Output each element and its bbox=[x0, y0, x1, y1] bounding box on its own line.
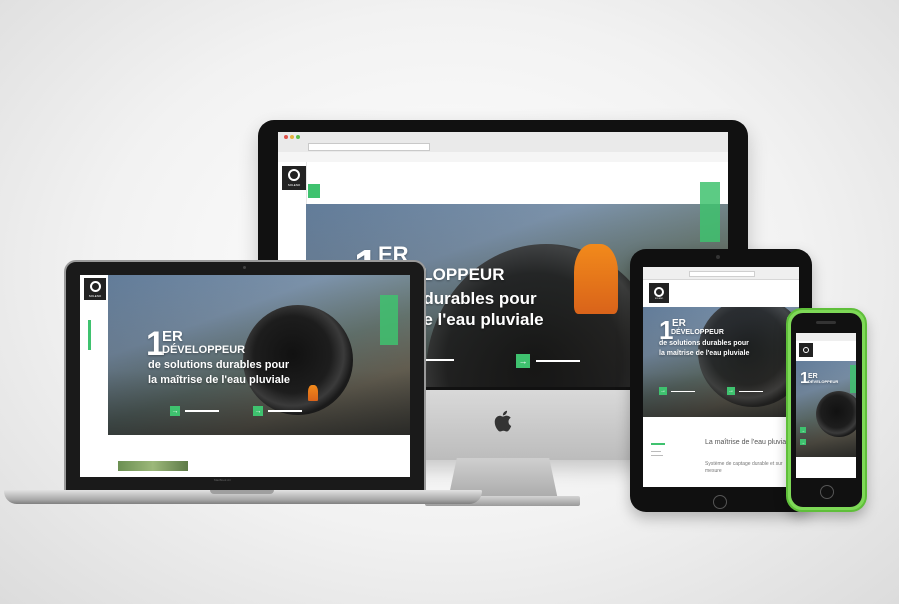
cta-button-2[interactable]: → bbox=[727, 387, 763, 395]
side-panel-tab[interactable] bbox=[380, 295, 398, 345]
hero-superscript: ER bbox=[672, 318, 686, 329]
cta-label-1 bbox=[185, 410, 219, 412]
logo-ring-icon bbox=[89, 280, 101, 292]
site-logo[interactable] bbox=[799, 343, 813, 357]
bookmarks-bar bbox=[278, 152, 728, 162]
content-section bbox=[796, 457, 856, 478]
section-line bbox=[651, 455, 663, 456]
phone-screen: 1 ER DÉVELOPPEUR → → bbox=[796, 333, 856, 478]
maximize-window-icon[interactable] bbox=[296, 135, 300, 139]
laptop-screen: SOLENO 1 ER DÉVELOPPEUR de solutions dur… bbox=[80, 275, 410, 477]
hero-subtitle-line1: de solutions durables pour bbox=[148, 359, 290, 371]
cta-label-2 bbox=[739, 390, 763, 392]
arrow-right-icon: → bbox=[516, 354, 530, 368]
cta-button-2[interactable]: → bbox=[516, 354, 580, 368]
cta-button-1[interactable]: → bbox=[800, 427, 806, 433]
camera-icon bbox=[716, 255, 720, 259]
close-window-icon[interactable] bbox=[284, 135, 288, 139]
content-section bbox=[108, 435, 410, 477]
hero-superscript: ER bbox=[162, 328, 183, 345]
site-logo[interactable]: SOLENO bbox=[649, 283, 669, 303]
pipe-image bbox=[816, 391, 856, 437]
section-line bbox=[651, 451, 661, 452]
menu-toggle-button[interactable] bbox=[308, 184, 320, 198]
camera-icon bbox=[243, 266, 246, 269]
hero-subtitle-line2: la maîtrise de l'eau pluviale bbox=[148, 374, 291, 386]
logo-ring-icon bbox=[288, 169, 300, 181]
logo-text: SOLENO bbox=[287, 183, 301, 187]
hero-title: DÉVELOPPEUR bbox=[162, 344, 246, 356]
minimize-window-icon[interactable] bbox=[290, 135, 294, 139]
cta-button-1[interactable]: → bbox=[659, 387, 695, 395]
arrow-right-icon: → bbox=[253, 406, 263, 416]
home-button-icon[interactable] bbox=[713, 495, 727, 509]
apple-logo-icon bbox=[494, 410, 512, 432]
browser-toolbar bbox=[643, 267, 799, 280]
hero-title: DÉVELOPPEUR bbox=[808, 379, 839, 384]
laptop-notch bbox=[210, 490, 274, 494]
arrow-right-icon: → bbox=[800, 439, 806, 445]
section-accent bbox=[651, 443, 665, 445]
arrow-right-icon: → bbox=[659, 387, 667, 395]
logo-text: SOLENO bbox=[654, 297, 664, 300]
section-subtext: Système de captage durable et sur mesure bbox=[705, 461, 783, 474]
cta-label-1 bbox=[671, 390, 695, 392]
cta-button-2[interactable]: → bbox=[800, 439, 806, 445]
side-panel-tab[interactable] bbox=[700, 182, 720, 242]
logo-text: SOLENO bbox=[88, 293, 102, 298]
worker-image bbox=[574, 244, 618, 314]
arrow-right-icon: → bbox=[727, 387, 735, 395]
laptop-brand: MacBook Air bbox=[214, 478, 231, 482]
browser-toolbar bbox=[278, 132, 728, 163]
cta-button-1[interactable]: → bbox=[170, 406, 219, 416]
speaker-icon bbox=[816, 321, 836, 324]
worker-image bbox=[308, 385, 318, 401]
sidebar-accent bbox=[88, 320, 91, 350]
address-bar[interactable] bbox=[308, 143, 430, 151]
section-heading: La maîtrise de l'eau pluviale bbox=[705, 439, 792, 446]
arrow-right-icon: → bbox=[170, 406, 180, 416]
cta-label-2 bbox=[268, 410, 302, 412]
browser-toolbar bbox=[796, 333, 856, 341]
site-logo[interactable]: SOLENO bbox=[84, 278, 106, 300]
logo-ring-icon bbox=[803, 347, 809, 353]
hero-subtitle-line1: de solutions durables pour bbox=[659, 340, 749, 347]
side-panel-tab[interactable] bbox=[850, 365, 856, 393]
cta-button-2[interactable]: → bbox=[253, 406, 302, 416]
content-section: La maîtrise de l'eau pluviale Système de… bbox=[643, 417, 799, 487]
content-image bbox=[118, 461, 188, 471]
cta-label-2 bbox=[536, 360, 580, 362]
home-button-icon[interactable] bbox=[820, 485, 834, 499]
hero-banner: 1 ER DÉVELOPPEUR de solutions durables p… bbox=[108, 275, 410, 435]
site-sidebar bbox=[80, 275, 109, 477]
hero-banner: 1 ER DÉVELOPPEUR → → bbox=[796, 361, 856, 457]
arrow-right-icon: → bbox=[800, 427, 806, 433]
hero-title: DÉVELOPPEUR bbox=[671, 329, 724, 336]
logo-ring-icon bbox=[654, 286, 664, 297]
hero-banner: 1 ER DÉVELOPPEUR de solutions durables p… bbox=[643, 307, 799, 417]
tablet-screen: SOLENO 1 ER DÉVELOPPEUR de solutions dur… bbox=[643, 267, 799, 487]
hero-subtitle-line2: la maîtrise de l'eau pluviale bbox=[659, 350, 750, 357]
site-logo[interactable]: SOLENO bbox=[282, 166, 306, 190]
address-bar[interactable] bbox=[689, 271, 755, 277]
